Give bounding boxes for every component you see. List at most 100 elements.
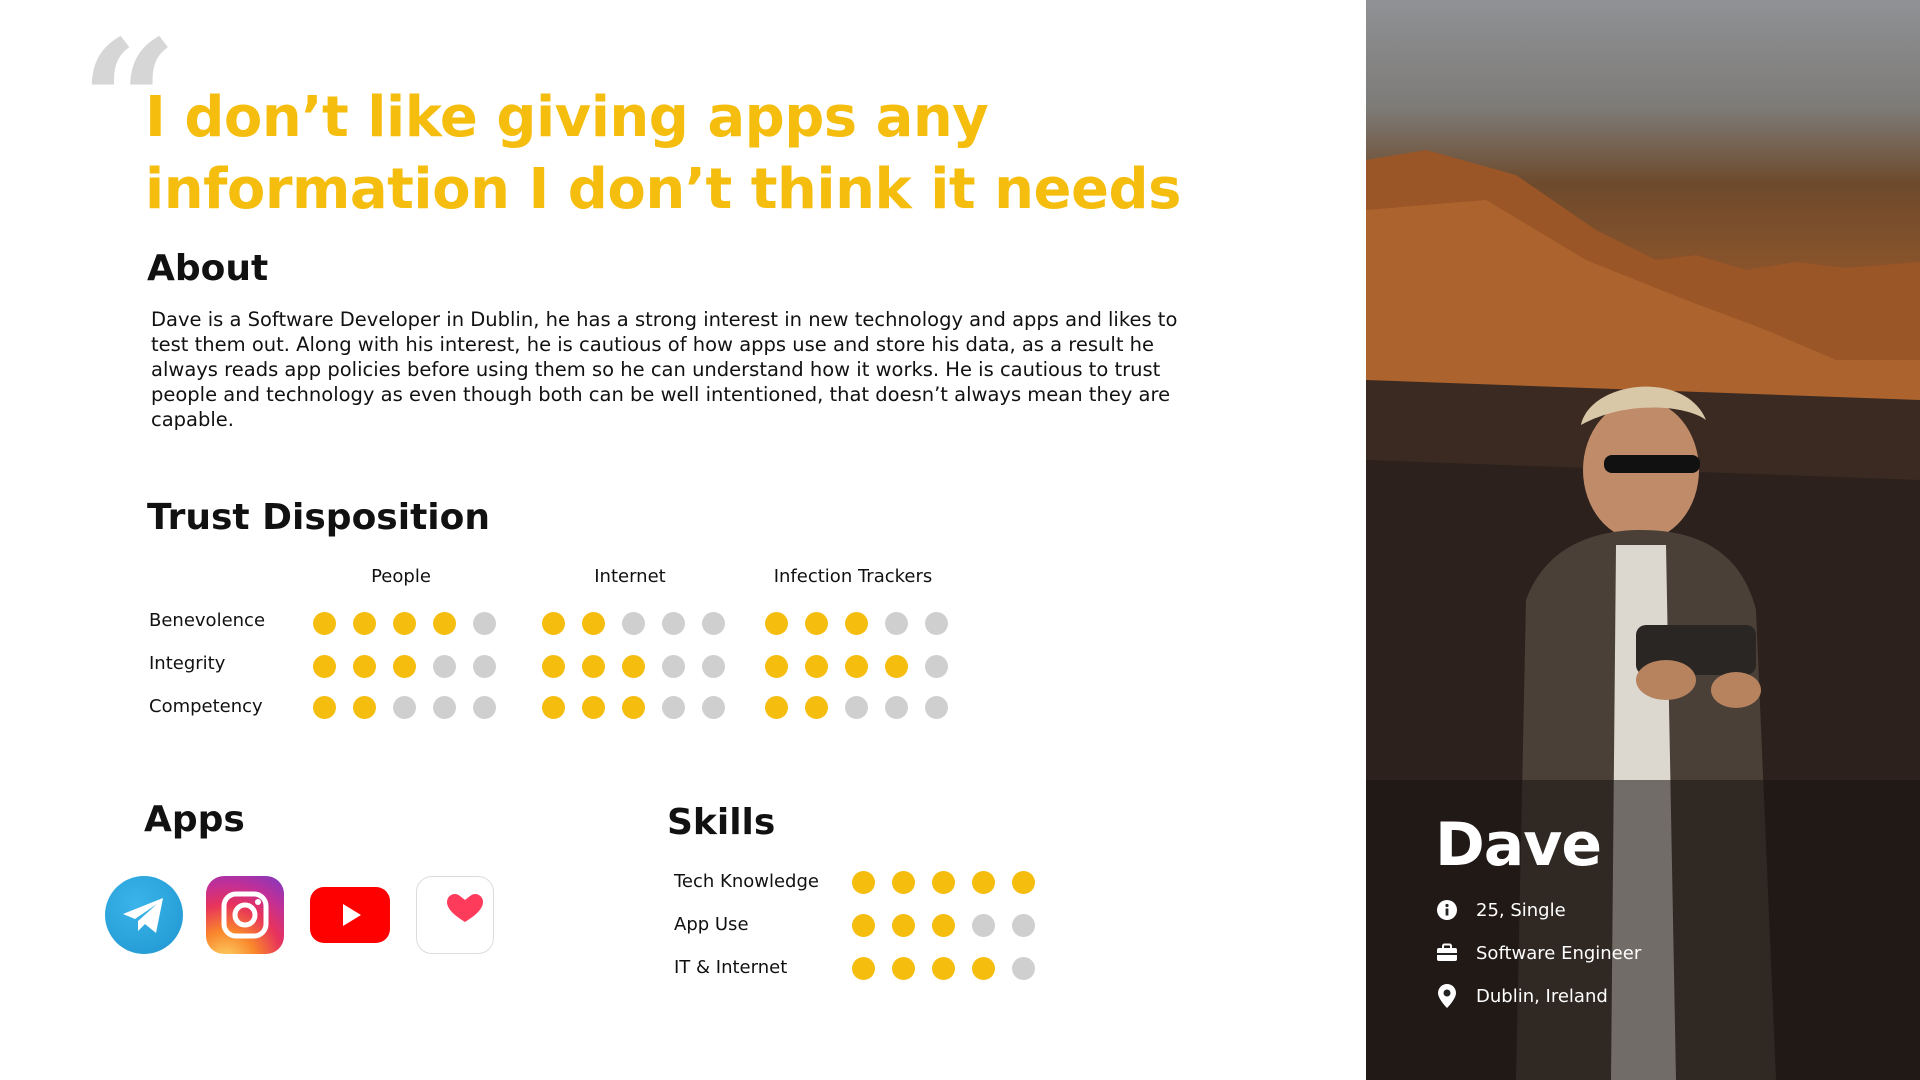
rating-dot-filled (885, 655, 908, 678)
rating-dot-empty (702, 655, 725, 678)
rating-dot-filled (852, 957, 875, 980)
rating-dot-filled (932, 957, 955, 980)
trust-rating-benevolence-infection-trackers (765, 612, 948, 635)
rating-dot-filled (852, 914, 875, 937)
telegram-icon (105, 876, 183, 954)
trust-rating-benevolence-internet (542, 612, 725, 635)
rating-dot-filled (393, 655, 416, 678)
rating-dot-empty (473, 655, 496, 678)
trust-rating-integrity-internet (542, 655, 725, 678)
trust-rating-competency-people (313, 696, 496, 719)
rating-dot-empty (925, 696, 948, 719)
rating-dot-empty (433, 655, 456, 678)
rating-dot-filled (932, 871, 955, 894)
rating-dot-filled (622, 696, 645, 719)
rating-dot-filled (353, 612, 376, 635)
rating-dot-filled (765, 612, 788, 635)
rating-dot-empty (433, 696, 456, 719)
rating-dot-empty (925, 655, 948, 678)
rating-dot-filled (845, 612, 868, 635)
trust-column-people: People (371, 566, 431, 587)
rating-dot-filled (433, 612, 456, 635)
persona-name: Dave (1435, 810, 1602, 880)
rating-dot-filled (353, 696, 376, 719)
rating-dot-empty (662, 612, 685, 635)
rating-dot-filled (622, 655, 645, 678)
skill-tech-knowledge: Tech Knowledge (674, 871, 819, 892)
rating-dot-empty (1012, 957, 1035, 980)
rating-dot-filled (892, 871, 915, 894)
info-row-occupation: Software Engineer (1435, 941, 1641, 965)
rating-dot-filled (892, 914, 915, 937)
rating-dot-filled (542, 612, 565, 635)
rating-dot-empty (473, 696, 496, 719)
skill-it-internet: IT & Internet (674, 957, 788, 978)
about-text: Dave is a Software Developer in Dublin, … (151, 308, 1178, 431)
rating-dot-filled (313, 612, 336, 635)
rating-dot-filled (542, 696, 565, 719)
about-heading: About (147, 248, 269, 289)
rating-dot-filled (805, 612, 828, 635)
trust-rating-competency-internet (542, 696, 725, 719)
rating-dot-filled (542, 655, 565, 678)
trust-column-infection-trackers: Infection Trackers (773, 566, 933, 587)
rating-dot-empty (925, 612, 948, 635)
location-pin-icon (1435, 984, 1459, 1008)
briefcase-icon (1435, 941, 1459, 965)
skill-rating (852, 914, 1035, 937)
rating-dot-empty (473, 612, 496, 635)
instagram-icon (206, 876, 284, 954)
skill-app-use: App Use (674, 914, 749, 935)
apps-heading: Apps (144, 799, 245, 840)
skill-rating (852, 871, 1035, 894)
location: Dublin, Ireland (1476, 985, 1608, 1007)
info-row-age: 25, Single (1435, 898, 1566, 922)
skill-rating (852, 957, 1035, 980)
rating-dot-empty (1012, 914, 1035, 937)
rating-dot-empty (662, 655, 685, 678)
rating-dot-empty (972, 914, 995, 937)
rating-dot-filled (765, 696, 788, 719)
rating-dot-empty (885, 612, 908, 635)
rating-dot-empty (702, 696, 725, 719)
health-icon (416, 876, 494, 954)
rating-dot-filled (892, 957, 915, 980)
rating-dot-filled (852, 871, 875, 894)
rating-dot-empty (393, 696, 416, 719)
rating-dot-empty (702, 612, 725, 635)
info-icon (1435, 898, 1459, 922)
trust-column-internet: Internet (594, 566, 666, 587)
rating-dot-filled (582, 655, 605, 678)
rating-dot-filled (353, 655, 376, 678)
rating-dot-empty (885, 696, 908, 719)
rating-dot-filled (765, 655, 788, 678)
rating-dot-filled (313, 696, 336, 719)
rating-dot-filled (582, 612, 605, 635)
rating-dot-filled (313, 655, 336, 678)
trust-rating-integrity-people (313, 655, 496, 678)
rating-dot-filled (393, 612, 416, 635)
rating-dot-empty (622, 612, 645, 635)
trust-row-competency: Competency (149, 696, 263, 717)
info-row-location: Dublin, Ireland (1435, 984, 1608, 1008)
rating-dot-empty (845, 696, 868, 719)
trust-row-integrity: Integrity (149, 653, 226, 674)
rating-dot-empty (662, 696, 685, 719)
youtube-icon (310, 887, 390, 943)
rating-dot-filled (932, 914, 955, 937)
trust-rating-integrity-infection-trackers (765, 655, 948, 678)
skills-heading: Skills (667, 802, 776, 843)
rating-dot-filled (805, 655, 828, 678)
trust-rating-competency-infection-trackers (765, 696, 948, 719)
rating-dot-filled (582, 696, 605, 719)
rating-dot-filled (845, 655, 868, 678)
age-status: 25, Single (1476, 899, 1566, 921)
rating-dot-filled (972, 871, 995, 894)
trust-heading: Trust Disposition (147, 497, 490, 538)
rating-dot-filled (1012, 871, 1035, 894)
persona-quote: I don’t like giving apps any information… (145, 85, 1181, 222)
trust-row-benevolence: Benevolence (149, 610, 266, 631)
rating-dot-filled (805, 696, 828, 719)
trust-rating-benevolence-people (313, 612, 496, 635)
occupation: Software Engineer (1476, 942, 1642, 964)
